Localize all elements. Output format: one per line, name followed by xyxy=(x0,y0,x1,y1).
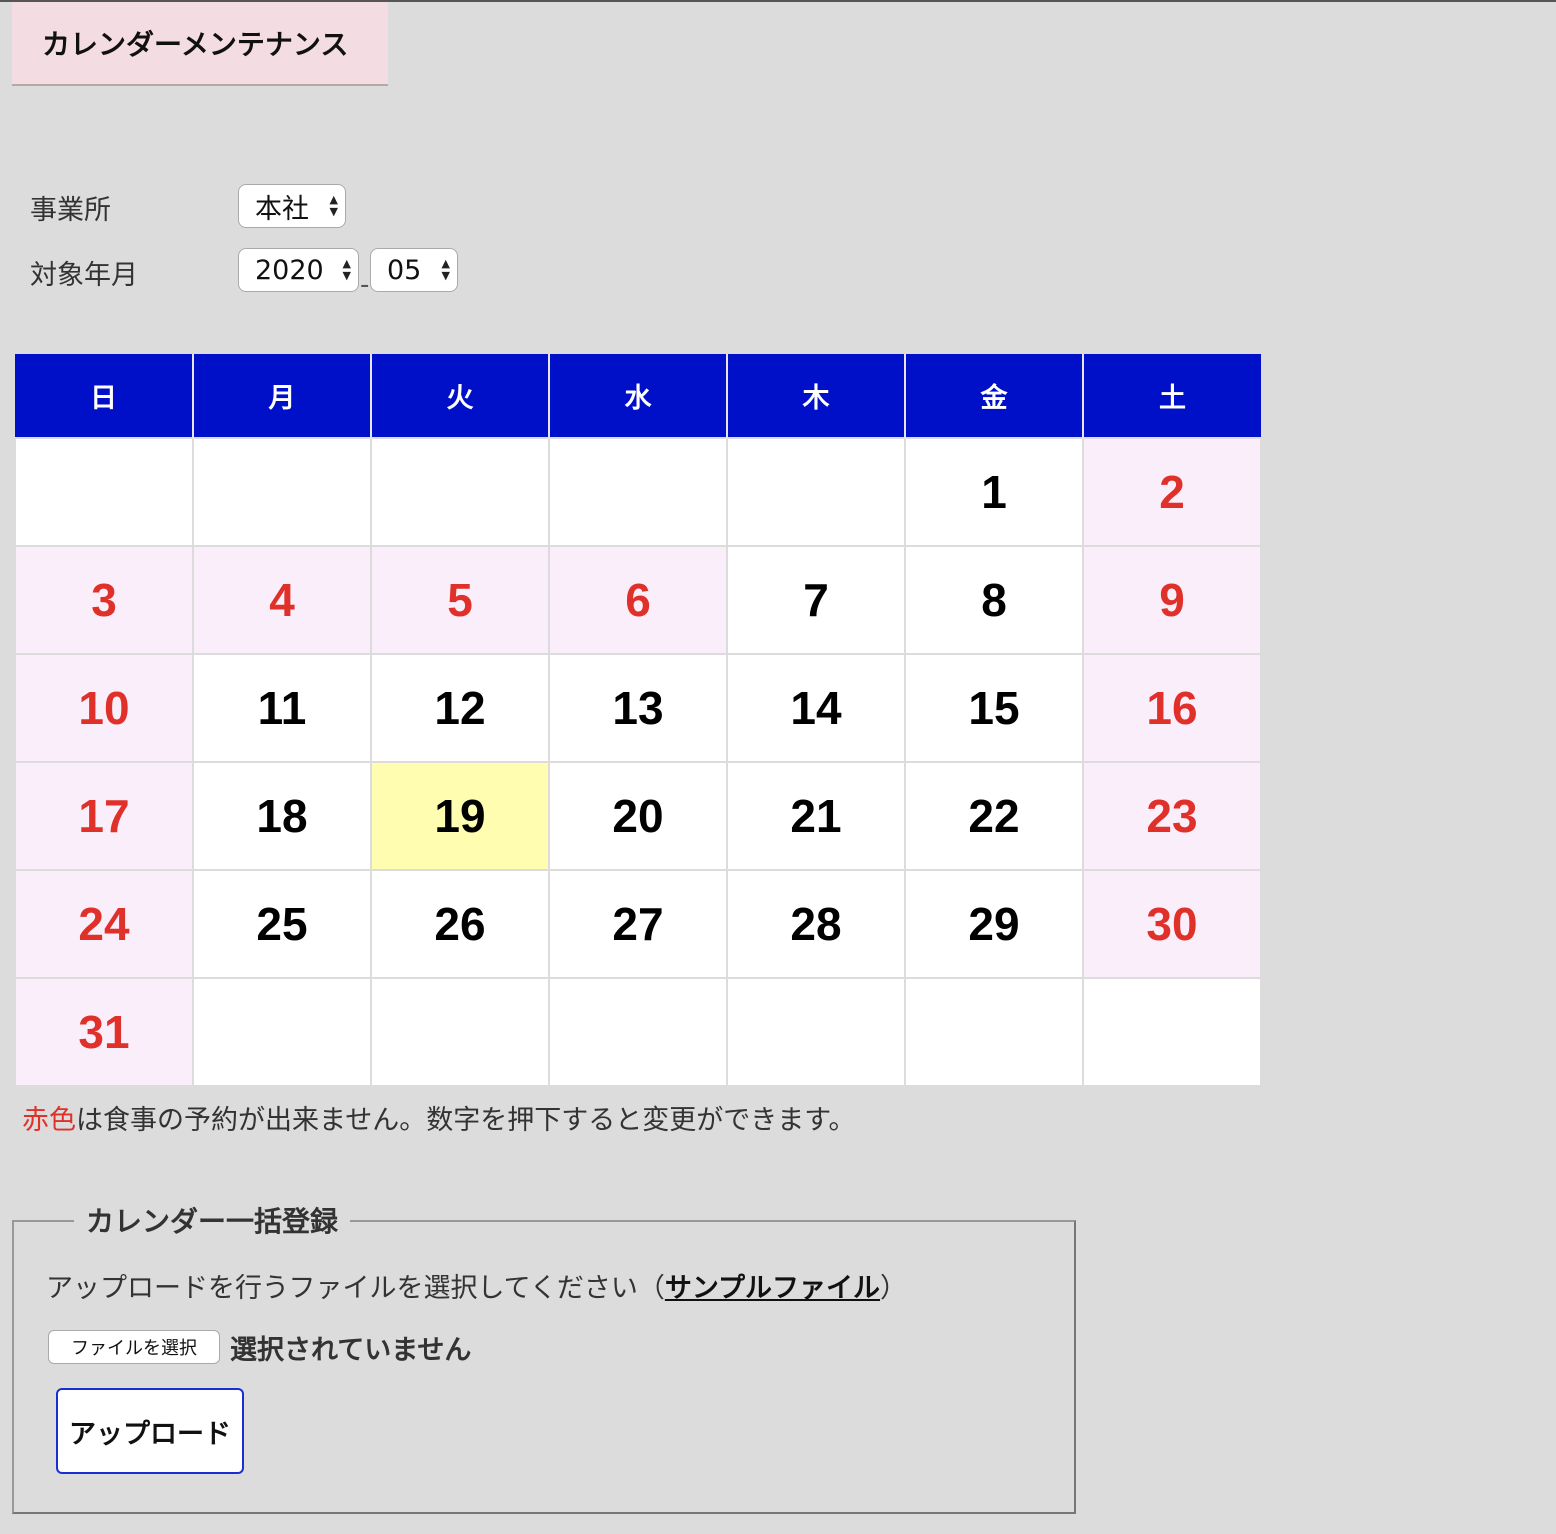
calendar-day-20[interactable]: 20 xyxy=(548,761,728,871)
calendar-day-30[interactable]: 30 xyxy=(1082,869,1262,979)
calendar-day-15[interactable]: 15 xyxy=(904,653,1084,763)
calendar-week-row: 31 xyxy=(14,977,1262,1087)
page-title: カレンダーメンテナンス xyxy=(42,28,349,61)
weekday-fri: 金 xyxy=(904,354,1083,438)
calendar-empty-cell xyxy=(192,977,372,1087)
calendar-empty-cell xyxy=(14,437,194,547)
office-label: 事業所 xyxy=(30,195,111,226)
select-arrows-icon: ▲ ▼ xyxy=(342,257,351,282)
weekday-sun: 日 xyxy=(15,354,193,438)
calendar-empty-cell xyxy=(904,977,1084,1087)
period-label: 対象年月 xyxy=(30,260,138,291)
calendar-day-17[interactable]: 17 xyxy=(14,761,194,871)
year-month-separator: - xyxy=(360,270,370,300)
year-select[interactable]: 2020 ▲ ▼ xyxy=(238,248,359,292)
calendar-day-2[interactable]: 2 xyxy=(1082,437,1262,547)
calendar-day-1[interactable]: 1 xyxy=(904,437,1084,547)
calendar-week-row: 12 xyxy=(14,437,1262,547)
upload-instruction: アップロードを行うファイルを選択してください（サンプルファイル） xyxy=(46,1266,907,1305)
calendar-day-18[interactable]: 18 xyxy=(192,761,372,871)
bulk-register-legend: カレンダー一括登録 xyxy=(74,1200,351,1240)
calendar-empty-cell xyxy=(192,437,372,547)
calendar-day-6[interactable]: 6 xyxy=(548,545,728,655)
weekday-sat: 土 xyxy=(1082,354,1261,438)
calendar-day-10[interactable]: 10 xyxy=(14,653,194,763)
calendar-day-31[interactable]: 31 xyxy=(14,977,194,1087)
legend-note: 赤色は食事の予約が出来ません。数字を押下すると変更ができます。 xyxy=(22,1098,856,1137)
year-select-value: 2020 xyxy=(255,254,324,286)
calendar-day-19[interactable]: 19 xyxy=(370,761,550,871)
calendar-day-27[interactable]: 27 xyxy=(548,869,728,979)
calendar-day-29[interactable]: 29 xyxy=(904,869,1084,979)
calendar-day-14[interactable]: 14 xyxy=(726,653,906,763)
file-status-text: 選択されていません xyxy=(230,1335,472,1366)
calendar-day-9[interactable]: 9 xyxy=(1082,545,1262,655)
weekday-thu: 木 xyxy=(726,354,905,438)
upload-button[interactable]: アップロード xyxy=(56,1388,244,1474)
select-arrows-icon: ▲ ▼ xyxy=(441,257,450,282)
calendar-week-row: 10 11 12 13 14 15 16 xyxy=(14,653,1262,763)
calendar-empty-cell xyxy=(548,977,728,1087)
calendar-empty-cell xyxy=(548,437,728,547)
office-select-value: 本社 xyxy=(255,193,309,225)
sample-file-link[interactable]: サンプルファイル xyxy=(665,1273,880,1304)
instruction-suffix: ） xyxy=(880,1273,908,1304)
select-arrows-icon: ▲ ▼ xyxy=(329,193,338,218)
weekday-mon: 月 xyxy=(192,354,371,438)
page-title-tab: カレンダーメンテナンス xyxy=(12,2,388,86)
calendar-day-22[interactable]: 22 xyxy=(904,761,1084,871)
note-text: は食事の予約が出来ません。数字を押下すると変更ができます。 xyxy=(76,1105,856,1136)
weekday-tue: 火 xyxy=(370,354,549,438)
calendar-day-28[interactable]: 28 xyxy=(726,869,906,979)
instruction-prefix: アップロードを行うファイルを選択してください（ xyxy=(46,1273,665,1304)
weekday-header-row: 日 月 火 水 木 金 土 xyxy=(15,354,1261,438)
calendar-body: 1 2 3 4 5 6 7 8 9 10 11 12 13 14 15 16 17 18 19 20 21 22 23 24 2… xyxy=(14,437,1262,1087)
bulk-register-fieldset: カレンダー一括登録 アップロードを行うファイルを選択してください（サンプルファイ… xyxy=(12,1200,1076,1514)
calendar-day-26[interactable]: 26 xyxy=(370,869,550,979)
note-red-word: 赤色 xyxy=(22,1105,76,1136)
weekday-wed: 水 xyxy=(548,354,727,438)
calendar-day-13[interactable]: 13 xyxy=(548,653,728,763)
month-select[interactable]: 05 ▲ ▼ xyxy=(370,248,458,292)
calendar-empty-cell xyxy=(370,977,550,1087)
calendar-week-row: 17 18 19 20 21 22 23 xyxy=(14,761,1262,871)
calendar-empty-cell xyxy=(726,977,906,1087)
calendar-empty-cell xyxy=(370,437,550,547)
month-select-value: 05 xyxy=(387,254,422,286)
calendar-day-25[interactable]: 25 xyxy=(192,869,372,979)
choose-file-button[interactable]: ファイルを選択 xyxy=(48,1330,220,1364)
calendar-table: 日 月 火 水 木 金 土 1 2 3 4 5 6 7 8 9 10 11 12 13 14 15 16 17 1… xyxy=(14,354,1262,1087)
calendar-day-4[interactable]: 4 xyxy=(192,545,372,655)
calendar-day-16[interactable]: 16 xyxy=(1082,653,1262,763)
calendar-day-12[interactable]: 12 xyxy=(370,653,550,763)
calendar-day-3[interactable]: 3 xyxy=(14,545,194,655)
calendar-week-row: 24 25 26 27 28 29 30 xyxy=(14,869,1262,979)
calendar-day-5[interactable]: 5 xyxy=(370,545,550,655)
calendar-empty-cell xyxy=(726,437,906,547)
office-select[interactable]: 本社 ▲ ▼ xyxy=(238,184,346,228)
calendar-day-11[interactable]: 11 xyxy=(192,653,372,763)
calendar-day-24[interactable]: 24 xyxy=(14,869,194,979)
calendar-day-21[interactable]: 21 xyxy=(726,761,906,871)
calendar-day-8[interactable]: 8 xyxy=(904,545,1084,655)
calendar-week-row: 3456789 xyxy=(14,545,1262,655)
calendar-empty-cell xyxy=(1082,977,1262,1087)
calendar-day-23[interactable]: 23 xyxy=(1082,761,1262,871)
calendar-day-7[interactable]: 7 xyxy=(726,545,906,655)
